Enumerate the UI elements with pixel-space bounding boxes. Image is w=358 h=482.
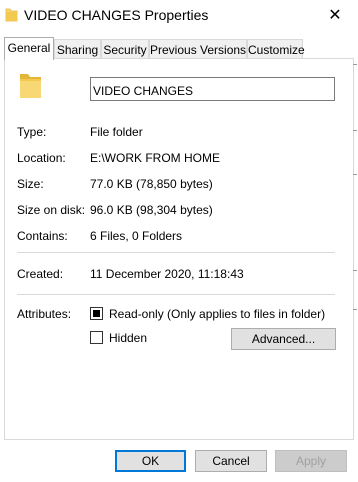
folder-name-input[interactable] xyxy=(90,77,335,101)
window-title: VIDEO CHANGES Properties xyxy=(24,7,209,23)
readonly-label[interactable]: Read-only (Only applies to files in fold… xyxy=(109,307,325,321)
location-label: Location: xyxy=(17,151,66,165)
indeterminate-mark-icon xyxy=(93,310,100,317)
cancel-button[interactable]: Cancel xyxy=(195,450,267,472)
tab-security[interactable]: Security xyxy=(101,39,149,59)
type-label: Type: xyxy=(17,125,47,139)
contains-label: Contains: xyxy=(17,229,68,243)
tab-customize[interactable]: Customize xyxy=(247,39,305,59)
size-label: Size: xyxy=(17,177,44,191)
tab-sharing[interactable]: Sharing xyxy=(54,39,101,59)
advanced-button[interactable]: Advanced... xyxy=(231,328,336,350)
ok-button[interactable]: OK xyxy=(115,450,186,472)
attributes-label: Attributes: xyxy=(17,307,72,321)
close-button[interactable]: ✕ xyxy=(320,2,350,28)
divider xyxy=(17,294,335,295)
divider xyxy=(17,252,335,253)
size-on-disk-value: 96.0 KB (98,304 bytes) xyxy=(90,203,213,217)
folder-icon xyxy=(20,74,41,98)
type-value: File folder xyxy=(90,125,143,139)
contains-value: 6 Files, 0 Folders xyxy=(90,229,183,243)
created-value: 11 December 2020, 11:18:43 xyxy=(90,267,244,281)
hidden-label[interactable]: Hidden xyxy=(109,331,147,345)
size-on-disk-label: Size on disk: xyxy=(17,203,86,217)
readonly-checkbox[interactable] xyxy=(90,307,103,320)
apply-button[interactable]: Apply xyxy=(275,450,347,472)
general-tab-panel: Type: File folder Location: E:\WORK FROM… xyxy=(4,58,354,440)
size-value: 77.0 KB (78,850 bytes) xyxy=(90,177,213,191)
created-label: Created: xyxy=(17,267,64,281)
background-window-edge xyxy=(353,62,358,312)
tab-previous-versions[interactable]: Previous Versions xyxy=(149,39,247,59)
close-icon: ✕ xyxy=(328,7,342,24)
tab-general[interactable]: General xyxy=(4,37,54,60)
title-bar[interactable]: VIDEO CHANGES Properties ✕ xyxy=(0,0,358,31)
folder-icon xyxy=(5,8,18,22)
hidden-checkbox[interactable] xyxy=(90,331,103,344)
tab-strip: General Sharing Security Previous Versio… xyxy=(0,37,358,60)
location-value: E:\WORK FROM HOME xyxy=(90,151,220,165)
